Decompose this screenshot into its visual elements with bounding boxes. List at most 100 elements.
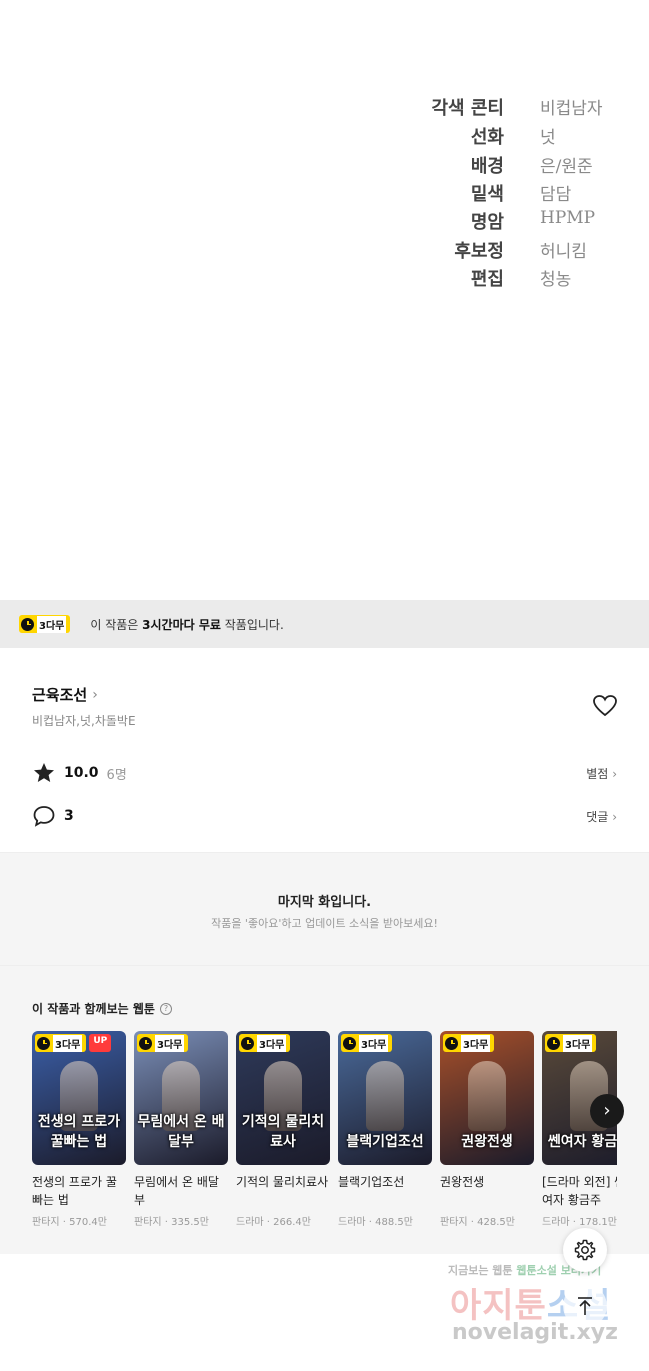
recommendation-meta: 드라마 · 178.1만 xyxy=(542,1217,617,1228)
recommendation-thumbnail[interactable]: 3다무 UP 전생의 프로가 꿀빠는 법 xyxy=(32,1031,126,1165)
credit-role: 배경 xyxy=(470,156,504,177)
recommendation-title[interactable]: 전생의 프로가 꿀빠는 법 xyxy=(32,1173,126,1209)
credit-name: HPMP xyxy=(540,208,596,228)
comments-link[interactable]: 댓글 › xyxy=(586,808,617,825)
clock-icon xyxy=(445,1036,458,1050)
cover-figure xyxy=(366,1061,404,1131)
last-chapter-notice: 마지막 화입니다. 작품을 '좋아요'하고 업데이트 소식을 받아보세요! xyxy=(0,852,649,966)
recommendation-card[interactable]: 3다무 무림에서 온 배달부무림에서 온 배달부판타지 · 335.5만 xyxy=(134,1031,228,1228)
comments-row: 3 댓글 › xyxy=(32,803,617,829)
thumbnail-badges: 3다무 xyxy=(545,1034,597,1052)
rating-value: 10.0 xyxy=(64,765,99,781)
rating-row: 10.0 6명 별점 › xyxy=(32,760,617,786)
wait-free-badge-label: 3다무 xyxy=(563,1034,593,1052)
rating-link-label: 별점 xyxy=(586,766,609,781)
comments-link-label: 댓글 xyxy=(586,809,609,824)
credit-name: 비컵남자 xyxy=(540,99,603,119)
star-icon xyxy=(34,763,54,782)
watermark-line1-a: 지금보는 웹툰 xyxy=(448,1264,513,1277)
rating-count: 6명 xyxy=(106,767,127,783)
credit-role: 각색 콘티 xyxy=(431,98,504,119)
recommendation-genre: 판타지 xyxy=(440,1217,468,1228)
recommendation-title[interactable]: 블랙기업조선 xyxy=(338,1173,432,1209)
last-chapter-subtitle: 작품을 '좋아요'하고 업데이트 소식을 받아보세요! xyxy=(211,917,438,930)
recommendation-views: 428.5만 xyxy=(477,1217,515,1228)
recommendation-thumbnail[interactable]: 3다무권왕전생 xyxy=(440,1031,534,1165)
cover-title: 블랙기업조선 xyxy=(346,1134,424,1150)
recommendation-card[interactable]: 3다무 권왕전생 권왕전생 판타지 · 428.5만 xyxy=(440,1031,534,1228)
wait-free-badge: 3다무 xyxy=(137,1034,189,1052)
series-title: 근육조선 xyxy=(32,686,88,704)
credit-row: 각색 콘티 비컵남자 xyxy=(0,94,649,122)
recommendation-title[interactable]: 무림에서 온 배달부 xyxy=(134,1173,228,1209)
free-info-text: 이 작품은 3시간마다 무료 작품입니다. xyxy=(90,616,283,633)
cover-title: 권왕전생 xyxy=(461,1134,513,1150)
credit-row: 후보정 허니킴 xyxy=(0,237,649,265)
recommendation-views: 570.4만 xyxy=(69,1217,107,1228)
series-title-link[interactable]: 근육조선 › xyxy=(32,684,98,705)
credit-role: 명암 xyxy=(470,212,504,233)
watermark: 지금보는 웹툰 웹툰소설 보러가기 아지툰소설 novelagit.xyz xyxy=(440,1258,640,1358)
credit-name: 넛 xyxy=(540,128,556,148)
rating-link[interactable]: 별점 › xyxy=(586,765,617,782)
recommendation-card[interactable]: 3다무 UP 전생의 프로가 꿀빠는 법 전생의 프로가 꿀빠는 법 판타지 · 570… xyxy=(32,1031,126,1228)
recommendation-meta: 판타지 · 335.5만 xyxy=(134,1217,209,1228)
recommendation-card[interactable]: 3다무 블랙기업조선 블랙기업조선 드라마 · 488.5만 xyxy=(338,1031,432,1228)
series-info: 근육조선 › 비컵남자,넛,차돌박E 10.0 6명 별점 › 3 댓글 › xyxy=(0,648,649,852)
wait-free-badge-label: 3다무 xyxy=(155,1034,185,1052)
thumbnail-badges: 3다무 UP xyxy=(35,1034,112,1052)
last-chapter-title: 마지막 화입니다. xyxy=(277,895,372,910)
recommendation-views: 178.1만 xyxy=(579,1217,617,1228)
recommendation-meta: 판타지 · 570.4만 xyxy=(32,1217,107,1228)
wait-free-badge: 3다무 xyxy=(35,1034,87,1052)
help-icon[interactable]: ? xyxy=(159,1002,172,1015)
credit-row: 배경 은/원준 xyxy=(0,152,649,180)
free-info-text-pre: 이 작품은 xyxy=(90,617,143,632)
thumbnail-badges: 3다무 xyxy=(137,1034,189,1052)
update-badge: UP xyxy=(89,1034,112,1052)
recommendation-thumbnail[interactable]: 3다무블랙기업조선 xyxy=(338,1031,432,1165)
wait-free-badge: 3다무 xyxy=(19,615,71,633)
recommendation-thumbnail[interactable]: 3다무기적의 물리치료사 xyxy=(236,1031,330,1165)
chevron-right-icon: › xyxy=(612,809,617,824)
cover-title: 전생의 프로가 꿀빠는 법 xyxy=(37,1114,121,1150)
comment-icon xyxy=(33,806,55,827)
wait-free-badge: 3다무 xyxy=(545,1034,597,1052)
wait-free-badge-label: 3다무 xyxy=(257,1034,287,1052)
recommendation-title[interactable]: [드라마 외전] 쎈여자 황금주 xyxy=(542,1173,617,1209)
credit-name: 허니킴 xyxy=(540,242,587,262)
clock-icon xyxy=(37,1036,50,1050)
recommendation-meta: 드라마 · 266.4만 xyxy=(236,1217,311,1228)
recommendation-views: 488.5만 xyxy=(375,1217,413,1228)
recommendation-thumbnail[interactable]: 3다무 무림에서 온 배달부 xyxy=(134,1031,228,1165)
wait-free-badge-label: 3다무 xyxy=(461,1034,491,1052)
wait-free-badge-label: 3다무 xyxy=(359,1034,389,1052)
chevron-right-icon: › xyxy=(603,1100,611,1121)
credit-role: 편집 xyxy=(470,269,504,290)
recommendation-carousel: 3다무 UP 전생의 프로가 꿀빠는 법 전생의 프로가 꿀빠는 법 판타지 · 570… xyxy=(32,1031,617,1251)
scroll-top-button[interactable] xyxy=(563,1284,607,1328)
thumbnail-badges: 3다무 xyxy=(341,1034,393,1052)
clock-icon xyxy=(547,1036,560,1050)
like-button[interactable] xyxy=(592,694,618,718)
wait-free-badge: 3다무 xyxy=(341,1034,393,1052)
thumbnail-badges: 3다무 xyxy=(239,1034,291,1052)
clock-icon xyxy=(21,617,34,631)
clock-icon xyxy=(343,1036,356,1050)
credit-name: 청농 xyxy=(540,270,572,290)
recommendation-card[interactable]: 3다무쎈여자 황금주 [드라마 외전] 쎈여자 황금주드라마 · 178.1만 xyxy=(542,1031,617,1228)
credit-name: 은/원준 xyxy=(540,157,593,177)
recommendation-title[interactable]: 권왕전생 xyxy=(440,1173,534,1209)
wait-free-badge-label: 3다무 xyxy=(53,1034,83,1052)
carousel-next-button[interactable]: › xyxy=(590,1094,624,1128)
recommendation-title[interactable]: 기적의 물리치료사 xyxy=(236,1173,330,1209)
clock-icon xyxy=(139,1036,152,1050)
credit-name: 담담 xyxy=(540,185,572,205)
credit-row: 편집 청농 xyxy=(0,265,649,293)
credit-role: 후보정 xyxy=(454,241,504,262)
settings-button[interactable] xyxy=(563,1228,607,1272)
cover-title: 기적의 물리치료사 xyxy=(241,1114,325,1150)
recommendation-card[interactable]: 3다무 기적의 물리치료사 기적의 물리치료사 드라마 · 266.4만 xyxy=(236,1031,330,1228)
arrow-up-icon xyxy=(578,1297,592,1315)
recommendation-meta: 드라마 · 488.5만 xyxy=(338,1217,413,1228)
